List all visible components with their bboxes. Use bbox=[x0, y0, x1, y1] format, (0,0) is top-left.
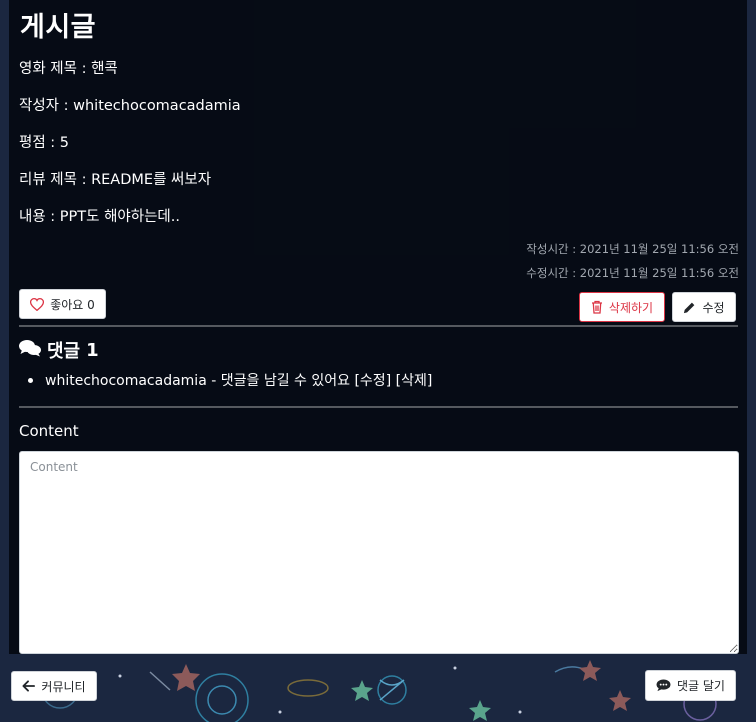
page-title: 게시글 bbox=[20, 12, 97, 43]
comments-title: 댓글 bbox=[47, 341, 81, 362]
delete-label: 삭제하기 bbox=[608, 300, 654, 315]
edit-button[interactable]: 수정 bbox=[672, 292, 736, 322]
created-timestamp: 작성시간 : 2021년 11월 25일 11:56 오전 bbox=[526, 242, 739, 256]
heart-outline-icon bbox=[30, 297, 45, 311]
submit-comment-label: 댓글 달기 bbox=[677, 679, 725, 693]
comment-text: 댓글을 남길 수 있어요 bbox=[220, 373, 351, 389]
comment-author: whitechocomacadamia bbox=[45, 373, 207, 389]
comment-edit-link[interactable]: [수정] bbox=[354, 373, 391, 389]
content-textarea[interactable] bbox=[19, 451, 739, 654]
updated-timestamp: 수정시간 : 2021년 11월 25일 11:56 오전 bbox=[526, 266, 739, 280]
divider bbox=[19, 406, 738, 408]
movie-title: 영화 제목 : 핸콕 bbox=[19, 61, 118, 77]
edit-label: 수정 bbox=[702, 300, 725, 315]
author: 작성자 : whitechocomacadamia bbox=[19, 98, 241, 114]
comment-delete-link[interactable]: [삭제] bbox=[396, 373, 433, 389]
like-count: 0 bbox=[87, 297, 95, 312]
list-bullet bbox=[28, 377, 33, 383]
trash-icon bbox=[591, 300, 603, 314]
review-body: 내용 : PPT도 해야하는데.. bbox=[19, 209, 180, 225]
comment-item: whitechocomacadamia - 댓글을 남길 수 있어요 [수정] … bbox=[28, 370, 432, 390]
arrow-left-icon bbox=[22, 680, 36, 692]
review-title: 리뷰 제목 : README를 써보자 bbox=[19, 172, 212, 188]
back-label: 커뮤니티 bbox=[41, 679, 86, 694]
back-to-community-button[interactable]: 커뮤니티 bbox=[11, 671, 97, 701]
pencil-icon bbox=[683, 301, 696, 314]
delete-button[interactable]: 삭제하기 bbox=[579, 292, 665, 322]
like-button[interactable]: 좋아요 0 bbox=[19, 289, 106, 319]
divider bbox=[19, 325, 738, 327]
comments-icon bbox=[19, 339, 41, 362]
comment-dots-icon bbox=[656, 679, 671, 692]
submit-comment-button[interactable]: 댓글 달기 bbox=[645, 670, 736, 701]
comment-list: whitechocomacadamia - 댓글을 남길 수 있어요 [수정] … bbox=[28, 370, 432, 390]
comments-heading: 댓글 1 bbox=[19, 337, 99, 363]
comment-separator: - bbox=[206, 373, 221, 389]
rating: 평점 : 5 bbox=[19, 135, 70, 151]
comments-count: 1 bbox=[86, 339, 99, 361]
content-label: Content bbox=[19, 422, 79, 440]
like-label: 좋아요 bbox=[50, 297, 84, 312]
